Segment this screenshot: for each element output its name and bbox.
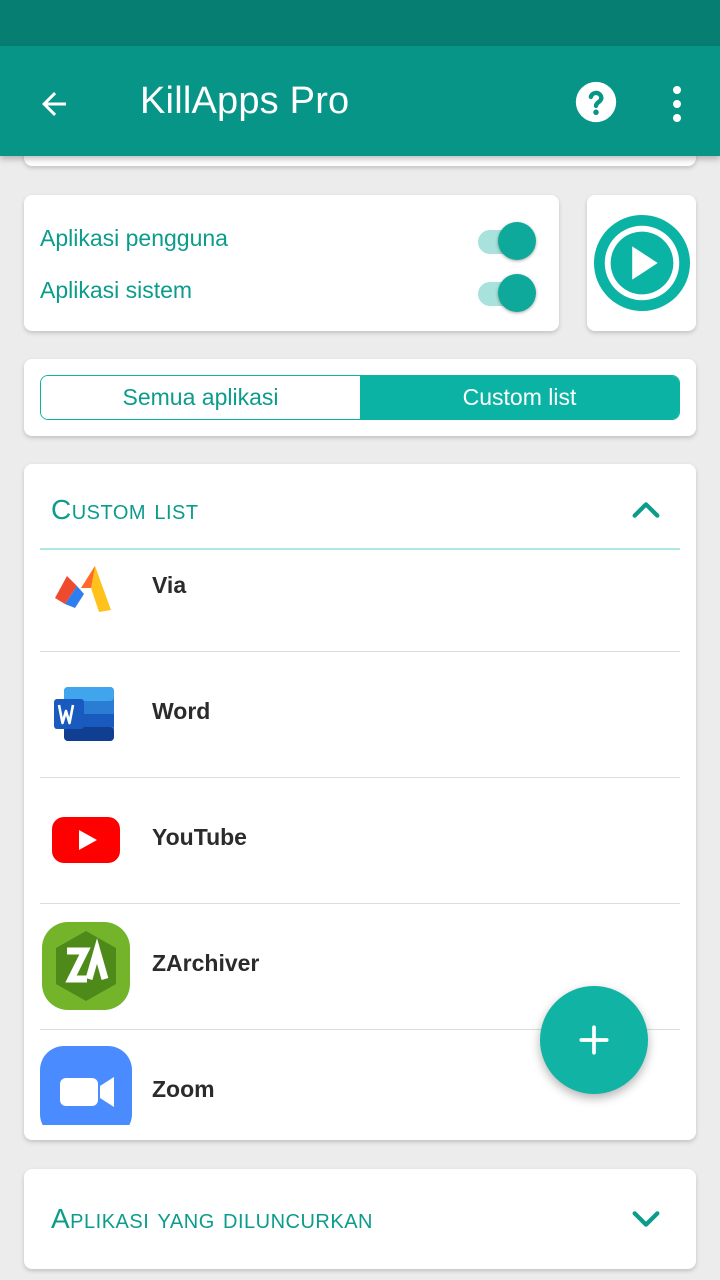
launched-apps-card[interactable]: Aplikasi yang diluncurkan bbox=[24, 1169, 696, 1269]
app-name: Via bbox=[152, 572, 187, 598]
more-vert-icon bbox=[673, 86, 681, 122]
app-bar: KillApps Pro bbox=[0, 46, 720, 156]
list-item[interactable]: Word bbox=[40, 652, 680, 778]
launched-apps-title: Aplikasi yang diluncurkan bbox=[51, 1203, 373, 1234]
tab-custom-list[interactable]: Custom list bbox=[360, 376, 679, 419]
page-title: KillApps Pro bbox=[140, 80, 350, 122]
play-circle-icon bbox=[593, 214, 690, 312]
app-name: YouTube bbox=[152, 824, 247, 850]
user-apps-switch[interactable] bbox=[474, 220, 540, 260]
list-item[interactable]: YouTube bbox=[40, 778, 680, 904]
app-name: Word bbox=[152, 698, 211, 724]
user-apps-row[interactable]: Aplikasi pengguna bbox=[40, 216, 540, 260]
status-bar bbox=[0, 0, 720, 46]
filter-segmented-control: Semua aplikasi Custom list bbox=[40, 375, 680, 420]
tab-all-apps[interactable]: Semua aplikasi bbox=[41, 376, 360, 419]
system-apps-label: Aplikasi sistem bbox=[40, 276, 193, 303]
system-apps-switch[interactable] bbox=[474, 272, 540, 312]
run-button[interactable] bbox=[587, 195, 696, 331]
user-apps-label: Aplikasi pengguna bbox=[40, 224, 228, 251]
filter-card: Semua aplikasi Custom list bbox=[24, 359, 696, 436]
help-circle-icon bbox=[575, 81, 617, 123]
arrow-left-icon bbox=[42, 92, 66, 116]
zarchiver-icon bbox=[40, 920, 132, 1012]
app-name: ZArchiver bbox=[152, 950, 260, 976]
more-options-button[interactable] bbox=[654, 76, 700, 132]
custom-list-title: Custom list bbox=[51, 494, 199, 525]
app-name: Zoom bbox=[152, 1076, 215, 1102]
help-button[interactable] bbox=[570, 76, 622, 128]
custom-list-header[interactable]: Custom list bbox=[40, 464, 680, 550]
system-apps-row[interactable]: Aplikasi sistem bbox=[40, 268, 540, 312]
plus-icon bbox=[579, 1025, 609, 1055]
switch-thumb bbox=[498, 274, 536, 312]
youtube-icon bbox=[40, 794, 132, 886]
collapse-button[interactable] bbox=[628, 492, 664, 528]
chevron-down-icon bbox=[632, 1211, 660, 1227]
via-icon bbox=[40, 550, 132, 634]
add-app-button[interactable] bbox=[540, 986, 648, 1094]
chevron-up-icon bbox=[632, 502, 660, 518]
expand-button[interactable] bbox=[628, 1201, 664, 1237]
switch-thumb bbox=[498, 222, 536, 260]
app-type-card: Aplikasi pengguna Aplikasi sistem bbox=[24, 195, 559, 331]
word-icon bbox=[40, 668, 132, 760]
back-button[interactable] bbox=[26, 76, 82, 132]
zoom-icon bbox=[40, 1046, 132, 1125]
list-item[interactable]: Via bbox=[40, 550, 680, 652]
